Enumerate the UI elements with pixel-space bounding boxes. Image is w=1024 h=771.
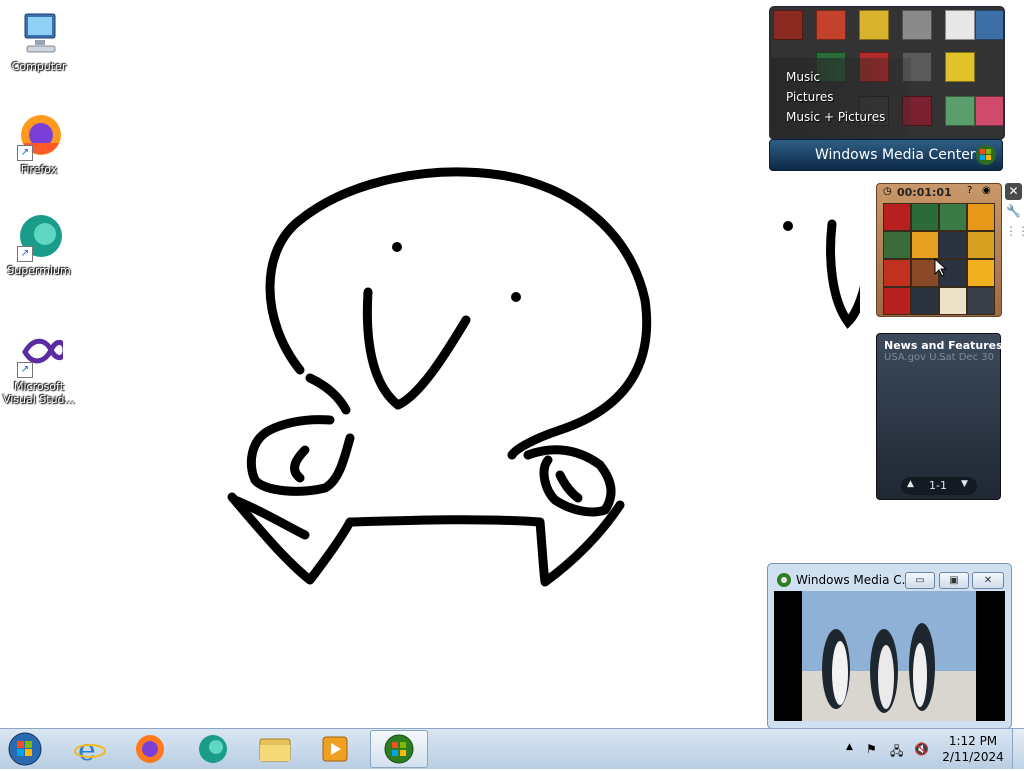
show-desktop-button[interactable] <box>1012 729 1024 769</box>
news-pager: ▲ 1-1 ▼ <box>901 477 977 495</box>
supermium-icon <box>199 735 227 763</box>
puzzle-timer: 00:01:01 <box>897 186 952 199</box>
media-center-banner-label: Windows Media Center <box>815 147 976 163</box>
next-arrow-icon[interactable]: ▼ <box>961 479 968 489</box>
windows-logo-icon <box>976 145 996 165</box>
taskbar: e ▲ ⚑ 🖧 🔇 1:12 PM 2/11/2024 <box>0 728 1024 769</box>
desktop-icon-label: Microsoft Visual Stud... <box>2 380 76 406</box>
news-source: USA.gov U... <box>884 352 947 363</box>
taskbar-file-explorer[interactable] <box>247 731 303 767</box>
close-gadget-icon[interactable]: ✕ <box>1005 183 1022 200</box>
menu-item-music[interactable]: Music <box>786 70 820 84</box>
show-hidden-icons-icon[interactable]: ▲ <box>846 742 853 752</box>
menu-item-pictures[interactable]: Pictures <box>786 90 834 104</box>
shortcut-arrow-icon: ↗ <box>17 145 33 161</box>
desktop-icon-label: Computer <box>11 60 67 73</box>
window-title: Windows Media C... <box>796 573 914 587</box>
gadget-options-icon[interactable]: 🔧 <box>1005 203 1022 220</box>
media-center-gadget[interactable]: Music Pictures Music + Pictures <box>769 6 1005 140</box>
clock-icon: ◷ <box>883 186 892 197</box>
system-clock[interactable]: 1:12 PM 2/11/2024 <box>942 733 1004 765</box>
shortcut-arrow-icon: ↗ <box>17 362 33 378</box>
computer-icon <box>15 10 63 58</box>
taskbar-internet-explorer[interactable]: e <box>62 731 118 768</box>
help-icon[interactable]: ? <box>967 185 972 196</box>
action-center-flag-icon[interactable]: ⚑ <box>866 742 877 756</box>
desktop-icon-visual-studio[interactable]: ↗ Microsoft Visual Stud... <box>1 330 77 406</box>
desktop-icon-label: Supermium <box>7 264 71 277</box>
media-center-banner[interactable]: Windows Media Center <box>769 139 1003 171</box>
video-viewport[interactable] <box>774 591 1005 721</box>
penguins-video-frame <box>802 591 976 721</box>
shortcut-arrow-icon: ↗ <box>17 246 33 262</box>
windows-media-center-icon <box>384 734 414 764</box>
media-player-icon <box>322 736 348 762</box>
gadget-controls: ✕ 🔧 ⋮⋮ <box>1005 183 1024 243</box>
firefox-icon: ↗ <box>15 113 63 161</box>
drag-gadget-icon[interactable]: ⋮⋮ <box>1005 223 1024 240</box>
taskbar-windows-media-center[interactable] <box>370 730 428 768</box>
puzzle-options-icon[interactable]: ◉ <box>982 185 991 196</box>
mouse-cursor-icon <box>934 258 948 277</box>
desktop-icon-computer[interactable]: Computer <box>1 10 77 73</box>
news-page-count: 1-1 <box>929 479 947 492</box>
desktop-drawing-right <box>783 219 860 329</box>
svg-text:e: e <box>78 733 96 765</box>
picture-puzzle-gadget[interactable]: ◷ 00:01:01 ? ◉ <box>876 183 1002 317</box>
firefox-icon <box>136 735 164 763</box>
visual-studio-icon: ↗ <box>15 330 68 378</box>
internet-explorer-icon: e <box>74 733 106 768</box>
clock-time: 1:12 PM <box>948 734 998 748</box>
network-icon[interactable]: 🖧 <box>890 742 903 763</box>
volume-muted-icon[interactable]: 🔇 <box>914 742 929 756</box>
taskbar-firefox[interactable] <box>122 731 178 767</box>
close-button[interactable]: ✕ <box>972 572 1004 589</box>
news-feed-gadget[interactable]: News and Features f... USA.gov U... Sat … <box>876 333 1023 500</box>
news-date: Sat Dec 30 <box>939 352 994 363</box>
desktop-drawing <box>227 167 652 587</box>
previous-arrow-icon[interactable]: ▲ <box>907 479 914 489</box>
file-explorer-icon <box>259 738 291 762</box>
clock-date: 2/11/2024 <box>942 750 1004 764</box>
taskbar-supermium[interactable] <box>185 731 241 767</box>
start-button[interactable] <box>6 731 46 767</box>
maximize-button[interactable]: ▣ <box>939 572 969 589</box>
news-headline[interactable]: News and Features f... <box>884 339 1023 352</box>
supermium-icon: ↗ <box>15 214 63 262</box>
desktop-icon-label: Firefox <box>20 163 58 176</box>
windows-media-center-icon <box>777 573 791 587</box>
media-center-window[interactable]: Windows Media C... ▭ ▣ ✕ <box>767 563 1012 729</box>
menu-item-music-pictures[interactable]: Music + Pictures <box>786 110 885 124</box>
taskbar-media-player[interactable] <box>307 731 363 767</box>
desktop-icon-firefox[interactable]: ↗ Firefox <box>1 113 77 176</box>
minimize-button[interactable]: ▭ <box>905 572 935 589</box>
desktop-icon-supermium[interactable]: ↗ Supermium <box>1 214 77 277</box>
